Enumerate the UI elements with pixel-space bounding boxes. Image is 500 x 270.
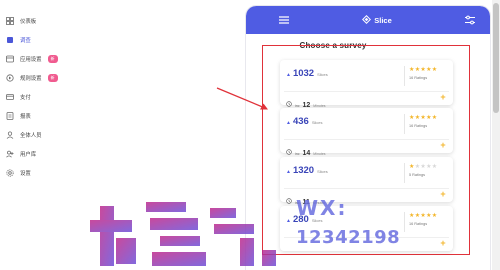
card-slices-value: 1320 (292, 165, 315, 176)
watermark-logo (90, 202, 276, 266)
card-slices-unit: Slices (317, 169, 328, 174)
card-divider (404, 66, 405, 86)
survey-card[interactable]: ▲ 436 Slices ★★★★★ 16 Ratings inc 14 Min… (280, 108, 453, 157)
ratings-count: 5 Ratings (409, 173, 426, 177)
user-library-icon (6, 150, 14, 158)
time-prefix: inc (295, 152, 300, 156)
card-divider (404, 212, 405, 232)
time-value: 14 (302, 150, 311, 157)
sidebar-item-rules[interactable]: 规则设置 新 (6, 71, 206, 85)
star-rating: ★★★★★ (409, 163, 437, 170)
payment-icon (6, 93, 14, 101)
new-badge: 新 (47, 74, 58, 82)
star-icon: ★ (431, 164, 438, 170)
card-slices-unit: Slices (317, 72, 328, 77)
card-separator (284, 139, 449, 140)
survey-card[interactable]: ▲ 1032 Slices ★★★★★ 16 Ratings inc 12 Mi… (280, 60, 453, 109)
watermark-number: 12342198 (296, 227, 401, 248)
sidebar-item-label: 用户库 (20, 152, 37, 158)
scrollbar-thumb[interactable] (493, 3, 499, 113)
sidebar-item-label: 设置 (20, 171, 31, 177)
card-divider (404, 114, 405, 134)
rules-icon (6, 74, 14, 82)
ratings-count: 16 Ratings (409, 76, 428, 80)
star-rating: ★★★★★ (409, 114, 437, 121)
app-bar: Slice (246, 6, 490, 34)
star-icon: ★ (431, 115, 438, 121)
gear-icon (6, 169, 14, 177)
filter-icon[interactable] (464, 14, 476, 26)
app-brand-name: Slice (374, 15, 392, 25)
card-divider (404, 163, 405, 183)
users-icon (6, 131, 14, 139)
sidebar-item-label: 应用设置 (20, 57, 42, 63)
slice-logo-icon (362, 14, 372, 26)
add-survey-button[interactable]: + (439, 190, 447, 199)
sidebar-item-report[interactable]: 报表 (6, 109, 206, 123)
ratings-count: 16 Ratings (409, 222, 428, 226)
card-value: ▲ 1320 Slices (286, 165, 328, 176)
grid-icon (6, 17, 14, 25)
sidebar-item-label: 报表 (20, 114, 31, 120)
star-rating: ★★★★★ (409, 212, 437, 219)
sidebar-item-label: 仪表板 (20, 19, 37, 25)
card-value: ▲ 1032 Slices (286, 68, 328, 79)
add-survey-button[interactable]: + (439, 93, 447, 102)
sidebar-item-label: 调查 (20, 38, 31, 44)
star-rating: ★★★★★ (409, 66, 437, 73)
sidebar-item-survey[interactable]: 调查 (6, 33, 206, 47)
sidebar-item-user-library[interactable]: 用户库 (6, 147, 206, 161)
report-icon (6, 112, 14, 120)
sidebar-item-label: 全体人员 (20, 133, 42, 139)
arrow-up-icon: ▲ (286, 169, 291, 175)
arrow-up-icon: ▲ (286, 72, 291, 78)
card-slices-unit: Slices (311, 120, 323, 125)
add-survey-button[interactable]: + (439, 239, 447, 248)
sidebar-item-dashboard[interactable]: 仪表板 (6, 14, 206, 28)
sidebar-item-payment[interactable]: 支付 (6, 90, 206, 104)
card-slices-value: 436 (292, 116, 309, 127)
ratings-count: 16 Ratings (409, 124, 428, 128)
sidebar-item-app-settings[interactable]: 应用设置 新 (6, 52, 206, 66)
pointer-arrow-icon (216, 87, 268, 110)
card-slices-value: 1032 (292, 68, 315, 79)
time-unit: Minutes (313, 152, 326, 156)
sidebar-item-label: 规则设置 (20, 76, 42, 82)
star-icon: ★ (431, 213, 438, 219)
app-settings-icon (6, 55, 14, 63)
card-separator (284, 188, 449, 189)
card-value: ▲ 436 Slices (286, 116, 322, 127)
arrow-up-icon: ▲ (286, 120, 291, 126)
sidebar-item-label: 支付 (20, 95, 31, 101)
survey-icon (6, 36, 14, 44)
star-icon: ★ (431, 67, 438, 73)
sidebar-item-settings[interactable]: 设置 (6, 166, 206, 180)
new-badge: 新 (47, 55, 58, 63)
card-separator (284, 91, 449, 92)
watermark-text: WX: (296, 196, 348, 220)
app-brand: Slice (362, 14, 392, 26)
sidebar-item-users[interactable]: 全体人员 (6, 128, 206, 142)
hamburger-menu-icon[interactable] (278, 14, 290, 26)
scrollbar[interactable] (492, 0, 500, 270)
add-survey-button[interactable]: + (439, 141, 447, 150)
